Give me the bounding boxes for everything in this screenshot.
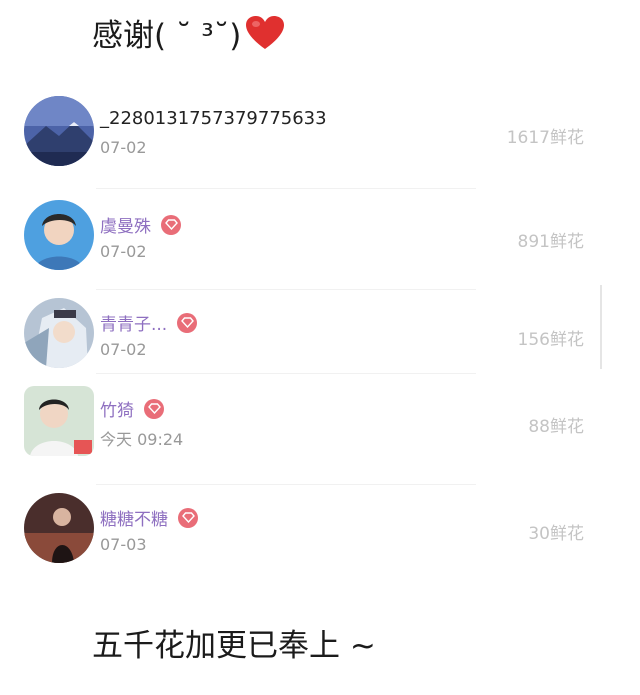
divider — [96, 484, 476, 485]
name-line: _2280131757379775633 — [100, 108, 327, 129]
footer-text: 五千花加更已奉上 ~ — [92, 628, 376, 664]
gift-date: 07-02 — [100, 242, 147, 261]
user-name[interactable]: 虞曼殊 — [100, 212, 151, 237]
name-line: 虞曼殊 — [100, 212, 181, 237]
gift-amount: 1617鲜花 — [506, 128, 584, 148]
divider — [96, 188, 476, 189]
avatar[interactable] — [24, 200, 94, 270]
avatar[interactable] — [24, 298, 94, 368]
gift-date: 07-02 — [100, 340, 147, 359]
name-line: 竹猗 — [100, 396, 164, 421]
list-item[interactable]: 竹猗 今天 09:24 88鲜花 — [24, 386, 606, 476]
list-item[interactable]: _2280131757379775633 07-02 1617鲜花 — [24, 96, 606, 186]
list-item[interactable]: 糖糖不糖 07-03 30鲜花 — [24, 493, 606, 583]
diamond-badge-icon — [177, 312, 198, 333]
name-line: 糖糖不糖 — [100, 505, 198, 530]
avatar[interactable] — [24, 386, 94, 456]
name-line: 青青子... — [100, 310, 198, 335]
gift-amount: 30鲜花 — [528, 524, 584, 544]
divider — [96, 289, 476, 290]
list-item[interactable]: 青青子... 07-02 156鲜花 — [24, 298, 606, 388]
user-name[interactable]: _2280131757379775633 — [100, 108, 327, 129]
gift-date: 今天 09:24 — [100, 430, 184, 449]
user-name[interactable]: 竹猗 — [100, 396, 134, 421]
diamond-badge-icon — [178, 507, 198, 528]
diamond-badge-icon — [144, 398, 164, 419]
gift-amount: 156鲜花 — [517, 330, 584, 350]
list-item[interactable]: 虞曼殊 07-02 891鲜花 — [24, 200, 606, 290]
diamond-badge-icon — [161, 214, 181, 235]
gift-date: 07-03 — [100, 535, 147, 554]
user-name[interactable]: 糖糖不糖 — [100, 505, 168, 530]
user-name[interactable]: 青青子... — [100, 310, 167, 335]
scrollbar[interactable] — [600, 285, 602, 369]
avatar[interactable] — [24, 96, 94, 166]
divider — [96, 373, 476, 374]
gift-amount: 88鲜花 — [528, 417, 584, 437]
gift-date: 07-02 — [100, 138, 147, 157]
gift-ranking-list: _2280131757379775633 07-02 1617鲜花 虞曼殊 07… — [0, 0, 640, 695]
gift-amount: 891鲜花 — [517, 232, 584, 252]
avatar[interactable] — [24, 493, 94, 563]
